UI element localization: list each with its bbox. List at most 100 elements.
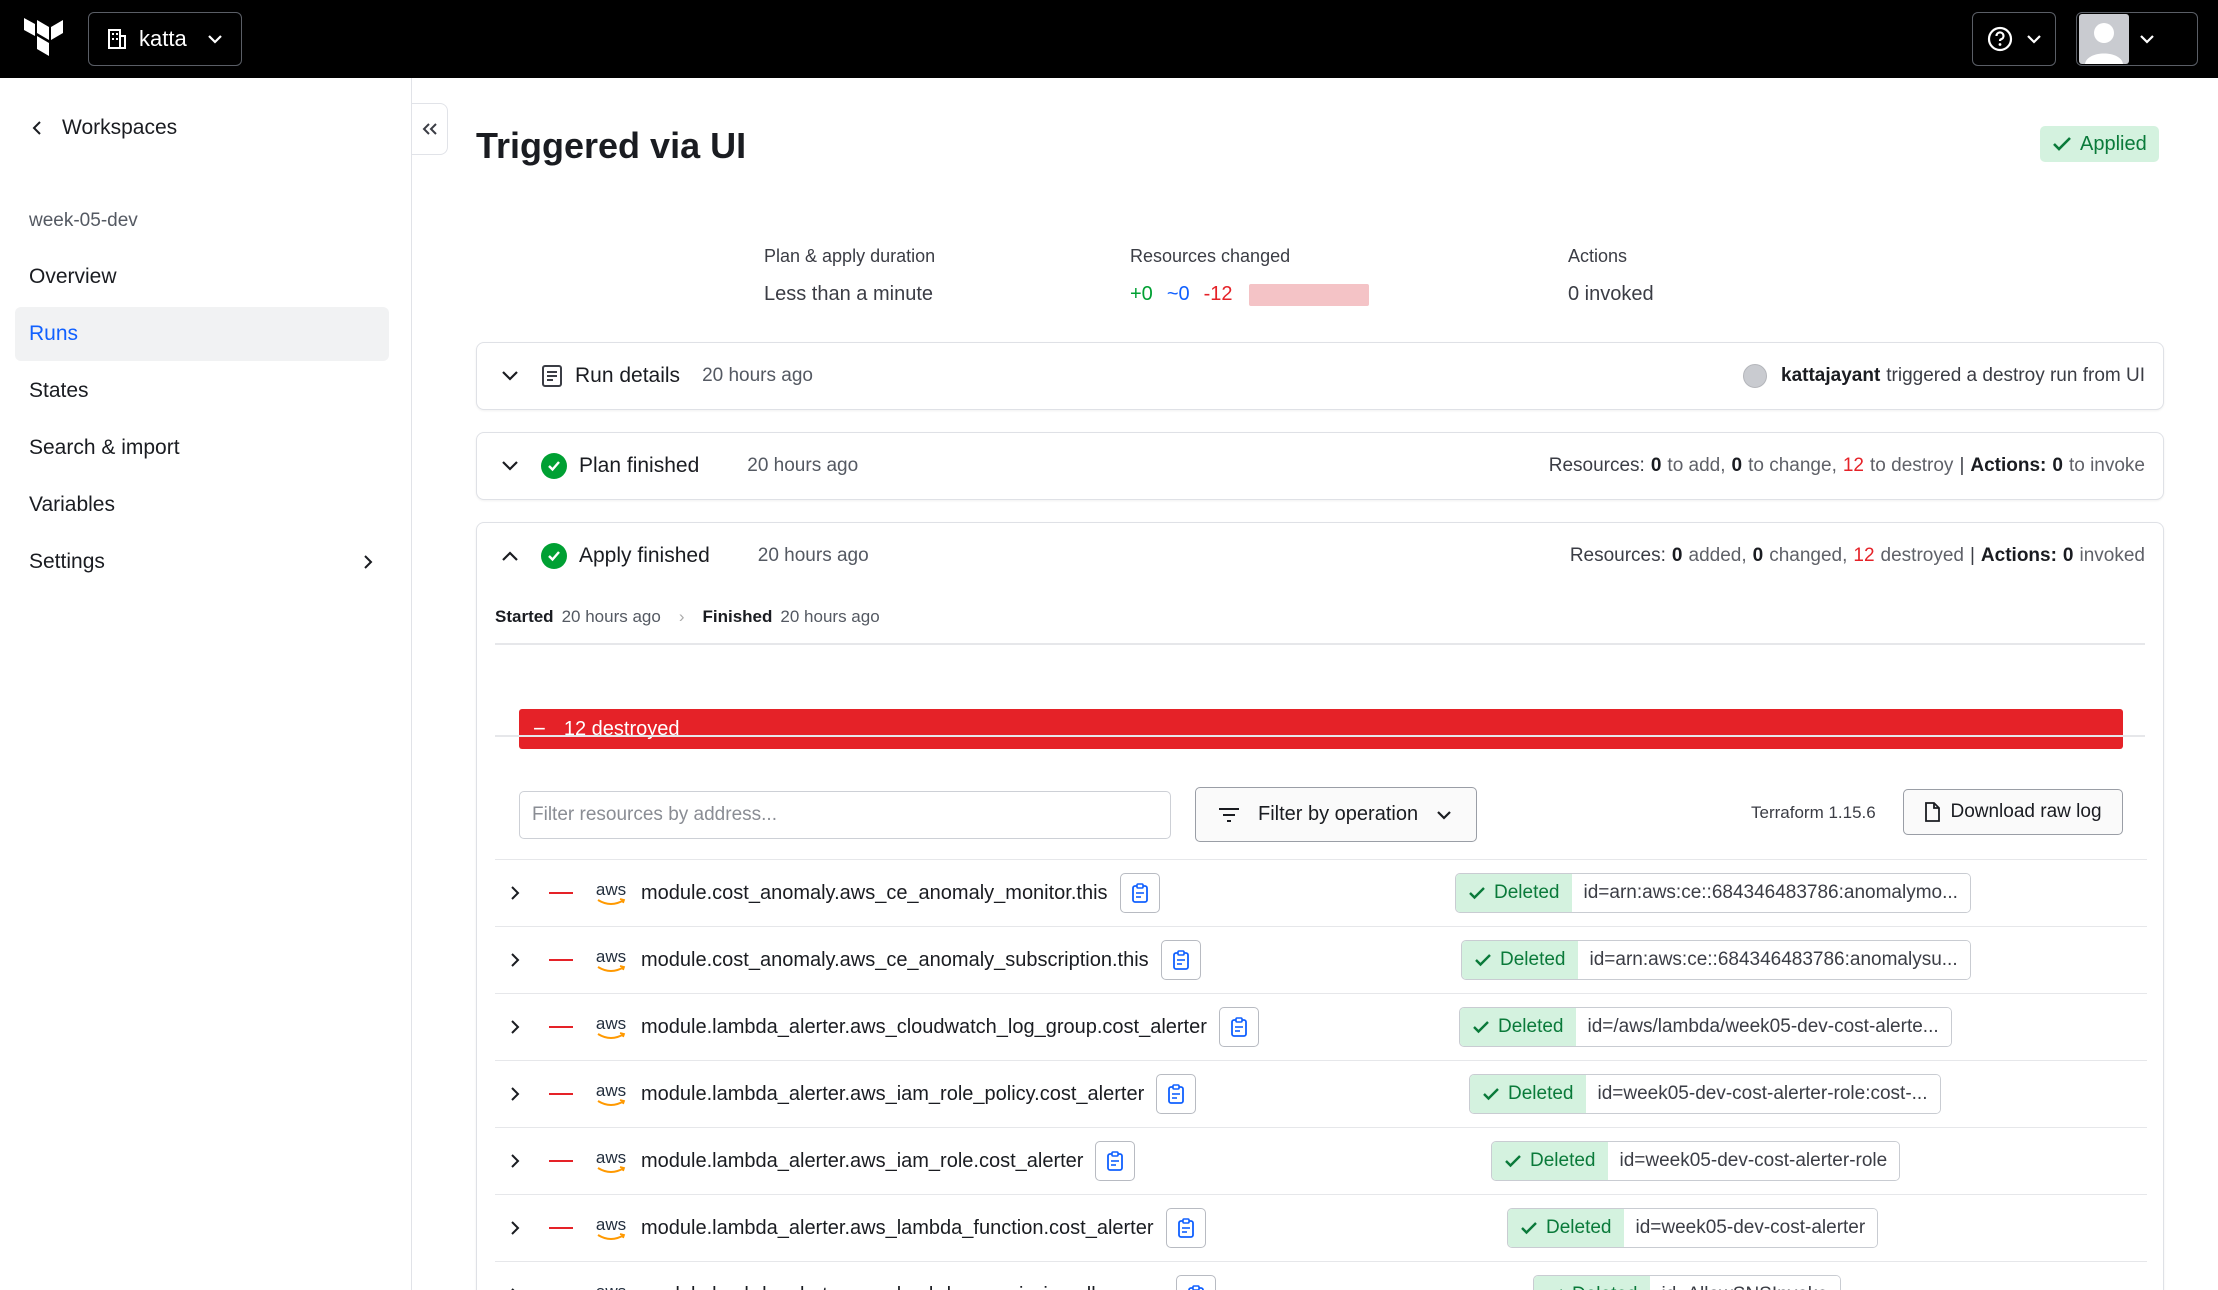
resource-row[interactable]: aws module.cost_anomaly.aws_ce_anomaly_su… (495, 926, 2147, 993)
expand-run-details-button[interactable] (495, 361, 525, 391)
apply-title: Apply finished (579, 544, 710, 567)
document-icon (542, 365, 562, 387)
plan-time: 20 hours ago (747, 455, 859, 476)
sidebar-item-runs[interactable]: Runs (15, 307, 389, 361)
expand-row-button[interactable] (501, 1086, 529, 1102)
help-circle-icon (1987, 26, 2013, 52)
expand-plan-button[interactable] (495, 451, 525, 481)
plan-destroy-text: to destroy (1870, 455, 1954, 476)
apply-changed-count: 0 (1752, 545, 1764, 566)
resource-address: module.lambda_alerter.aws_iam_role.cost_… (641, 1149, 1084, 1172)
chevron-down-icon (2027, 35, 2041, 44)
chevron-right-icon (511, 1020, 520, 1034)
resource-row[interactable]: aws module.lambda_alerter.aws_iam_role.co… (495, 1127, 2147, 1194)
clipboard-icon (1131, 883, 1148, 903)
copy-address-button[interactable] (1095, 1141, 1136, 1181)
apply-actions-count: 0 (2062, 545, 2074, 566)
filter-by-operation-button[interactable]: Filter by operation (1195, 787, 1477, 842)
apply-timing: Started 20 hours ago › Finished 20 hours… (495, 607, 880, 627)
apply-summary: Resources: 0 added, 0 changed, 12 destro… (1570, 545, 2145, 567)
duration-value: Less than a minute (764, 283, 933, 305)
chevron-down-icon (2140, 35, 2154, 44)
resource-id: id=arn:aws:ce::684346483786:anomalymo... (1571, 874, 1970, 912)
download-raw-log-button[interactable]: Download raw log (1903, 789, 2123, 835)
deleted-status-badge: Deleted (1492, 1142, 1608, 1180)
check-icon (1469, 887, 1485, 900)
sidebar-item-search-import[interactable]: Search & import (15, 421, 389, 475)
building-icon (108, 29, 126, 49)
top-navigation-bar: katta (0, 0, 2218, 78)
sidebar-nav: Overview Runs States Search & import Var… (15, 250, 389, 592)
expand-row-button[interactable] (501, 1220, 529, 1236)
resource-id: id=week05-dev-cost-alerter-role (1607, 1142, 1900, 1180)
resource-row[interactable]: aws module.lambda_alerter.aws_lambda_perm… (495, 1261, 2147, 1290)
resource-row[interactable]: aws module.lambda_alerter.aws_lambda_func… (495, 1194, 2147, 1261)
triggering-user[interactable]: kattajayant (1781, 365, 1880, 387)
expand-row-button[interactable] (501, 1153, 529, 1169)
plan-title: Plan finished (579, 454, 700, 477)
resource-list: aws module.cost_anomaly.aws_ce_anomaly_mo… (495, 859, 2147, 1290)
provider-label: aws (595, 1080, 627, 1100)
help-menu-button[interactable] (1972, 12, 2056, 66)
actions-value: 0 invoked (1568, 283, 1654, 305)
collapse-apply-button[interactable] (495, 541, 525, 571)
copy-address-button[interactable] (1218, 1007, 1259, 1047)
user-menu-button[interactable] (2076, 12, 2198, 66)
copy-address-button[interactable] (1119, 873, 1160, 913)
sidebar-item-variables[interactable]: Variables (15, 478, 389, 532)
provider-label: aws (595, 1147, 627, 1167)
destroyed-summary-label: 12 destroyed (563, 717, 680, 740)
status-label: Deleted (1498, 1016, 1564, 1037)
resource-id: id=/aws/lambda/week05-dev-cost-alerte... (1575, 1008, 1951, 1046)
resource-status: Deleted id=week05-dev-cost-alerter-role:c… (1469, 1074, 1941, 1114)
provider-label: aws (595, 879, 627, 899)
arrow-right-icon: › (678, 607, 685, 626)
status-label: Deleted (1530, 1150, 1596, 1171)
aws-provider-icon: aws (593, 948, 629, 973)
copy-address-button[interactable] (1175, 1275, 1216, 1290)
deleted-status-badge: Deleted (1462, 941, 1578, 979)
chevron-right-icon (511, 1154, 520, 1168)
resource-row[interactable]: aws module.lambda_alerter.aws_iam_role_po… (495, 1060, 2147, 1127)
filter-resources-input[interactable] (519, 791, 1171, 839)
apply-added-text: added, (1688, 545, 1747, 566)
file-icon (1925, 802, 1941, 822)
sidebar-item-overview[interactable]: Overview (15, 250, 389, 304)
terraform-logo-icon[interactable] (20, 15, 68, 63)
sidebar-item-states[interactable]: States (15, 364, 389, 418)
collapse-sidebar-button[interactable] (412, 103, 448, 155)
divider (495, 735, 2145, 737)
expand-row-button[interactable] (501, 885, 529, 901)
started-time: 20 hours ago (561, 607, 661, 626)
aws-provider-icon: aws (593, 1015, 629, 1040)
check-icon (1521, 1222, 1537, 1235)
expand-row-button[interactable] (501, 1019, 529, 1035)
check-icon (2053, 137, 2071, 151)
sidebar-item-settings[interactable]: Settings (15, 535, 389, 589)
aws-provider-icon: aws (593, 1216, 629, 1241)
organization-switcher[interactable]: katta (88, 12, 242, 66)
plan-resources-label: Resources: (1548, 455, 1645, 476)
plan-actions-text: to invoke (2068, 455, 2145, 476)
expand-row-button[interactable] (501, 952, 529, 968)
terraform-version: Terraform 1.15.6 (1751, 803, 1876, 822)
back-to-workspaces-link[interactable]: Workspaces (32, 116, 177, 140)
apply-actions-text: invoked (2079, 545, 2146, 566)
resource-row[interactable]: aws module.cost_anomaly.aws_ce_anomaly_mo… (495, 859, 2147, 926)
copy-address-button[interactable] (1156, 1074, 1197, 1114)
copy-address-button[interactable] (1165, 1208, 1206, 1248)
destroy-minus-icon (549, 1227, 573, 1229)
finished-label: Finished (702, 607, 773, 626)
filter-icon (1219, 807, 1239, 822)
resources-changed-label: Resources changed (1130, 246, 1291, 266)
minus-icon: − (533, 716, 546, 741)
resource-row[interactable]: aws module.lambda_alerter.aws_cloudwatch_… (495, 993, 2147, 1060)
copy-address-button[interactable] (1160, 940, 1201, 980)
user-avatar (1743, 364, 1767, 388)
apply-time: 20 hours ago (757, 545, 869, 566)
chevron-right-icon (511, 1087, 520, 1101)
check-icon (1475, 954, 1491, 967)
deleted-status-badge: Deleted (1508, 1209, 1624, 1247)
status-label: Deleted (1508, 1083, 1574, 1104)
separator: | (1959, 455, 1965, 476)
